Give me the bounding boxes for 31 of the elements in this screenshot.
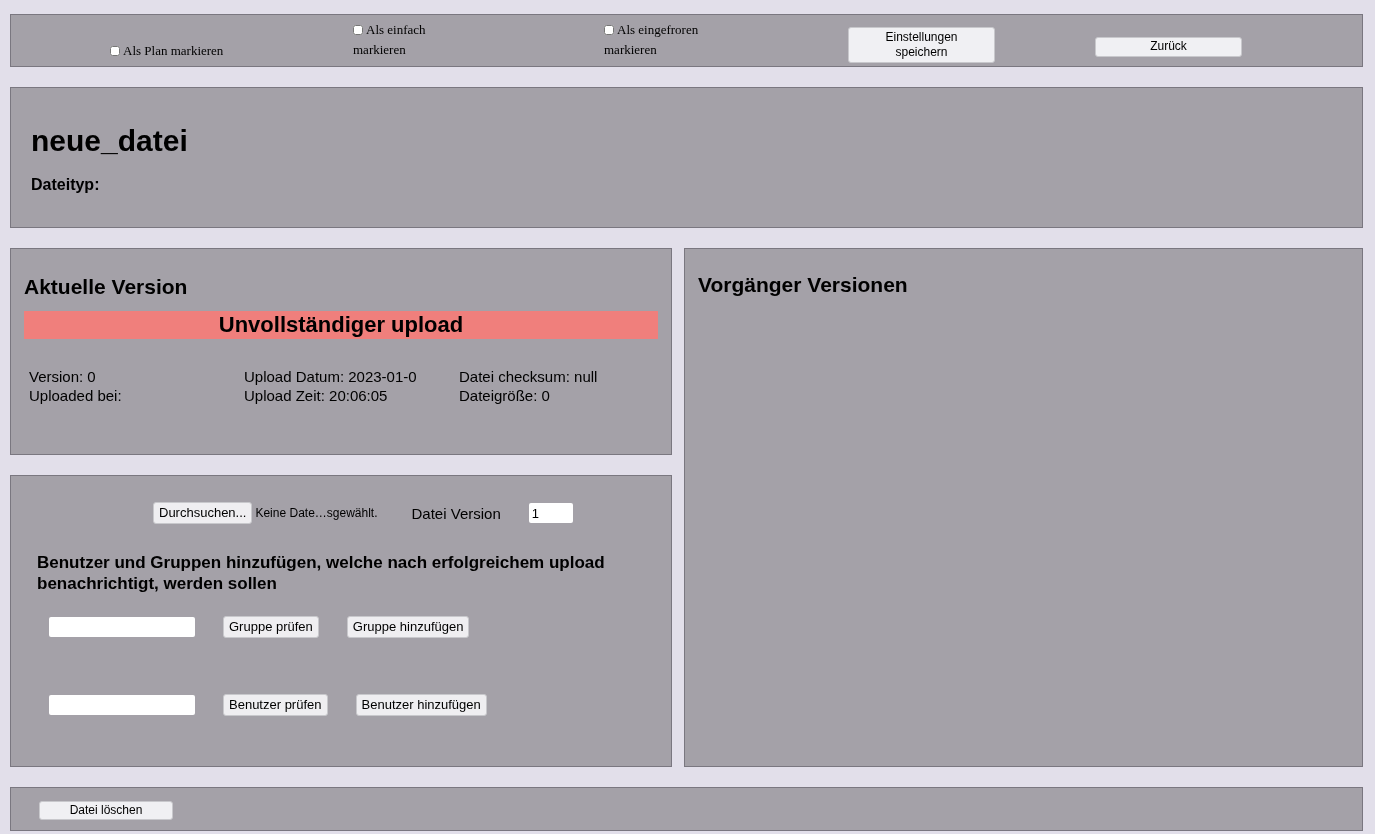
version-info: Upload Zeit: 20:06:05 [244, 386, 389, 405]
check-button[interactable]: Gruppe prüfen [223, 616, 319, 638]
save-settings-button[interactable]: Einstellungen speichern [848, 26, 995, 63]
delete-file-button[interactable]: Datei löschen [39, 801, 173, 820]
checkbox[interactable] [353, 25, 363, 35]
file-status: Keine Date…sgewählt. [255, 506, 378, 520]
input-field[interactable] [49, 617, 195, 637]
file-type-label: Dateityp: [31, 176, 101, 194]
back-button[interactable]: Zurück [1095, 36, 1242, 57]
version-info: Datei checksum: null [459, 367, 599, 386]
browse-button[interactable]: Durchsuchen... [153, 502, 253, 524]
checkbox-label[interactable]: Als einfach markieren [353, 20, 478, 60]
checkbox[interactable] [110, 46, 120, 56]
status-banner: Unvollständiger upload [24, 311, 658, 339]
add-button[interactable]: Benutzer hinzufügen [355, 694, 487, 716]
input-field[interactable] [49, 695, 195, 715]
version-info: Dateigröße: 0 [459, 386, 551, 405]
section-title: Aktuelle Version [24, 275, 189, 299]
version-label: Datei Version [411, 504, 501, 522]
checkbox[interactable] [604, 25, 614, 35]
section-title: Vorgänger Versionen [698, 273, 909, 297]
version-info: Version: 0 [29, 367, 97, 386]
version-info: Upload Datum: 2023-01-0 [244, 367, 418, 386]
check-button[interactable]: Benutzer prüfen [223, 694, 328, 716]
version-info: Uploaded bei: [29, 386, 123, 405]
file-name: neue_datei [31, 124, 189, 158]
notify-heading: Benutzer und Gruppen hinzufügen, welche nach erfolgreichem upload benachrichtigt, werden sollen [37, 552, 606, 594]
checkbox-label[interactable]: Als eingefroren markieren [604, 20, 729, 60]
version-input[interactable]: 1 [528, 503, 573, 523]
checkbox-label[interactable]: Als Plan markieren [110, 43, 224, 59]
add-button[interactable]: Gruppe hinzufügen [346, 616, 470, 638]
